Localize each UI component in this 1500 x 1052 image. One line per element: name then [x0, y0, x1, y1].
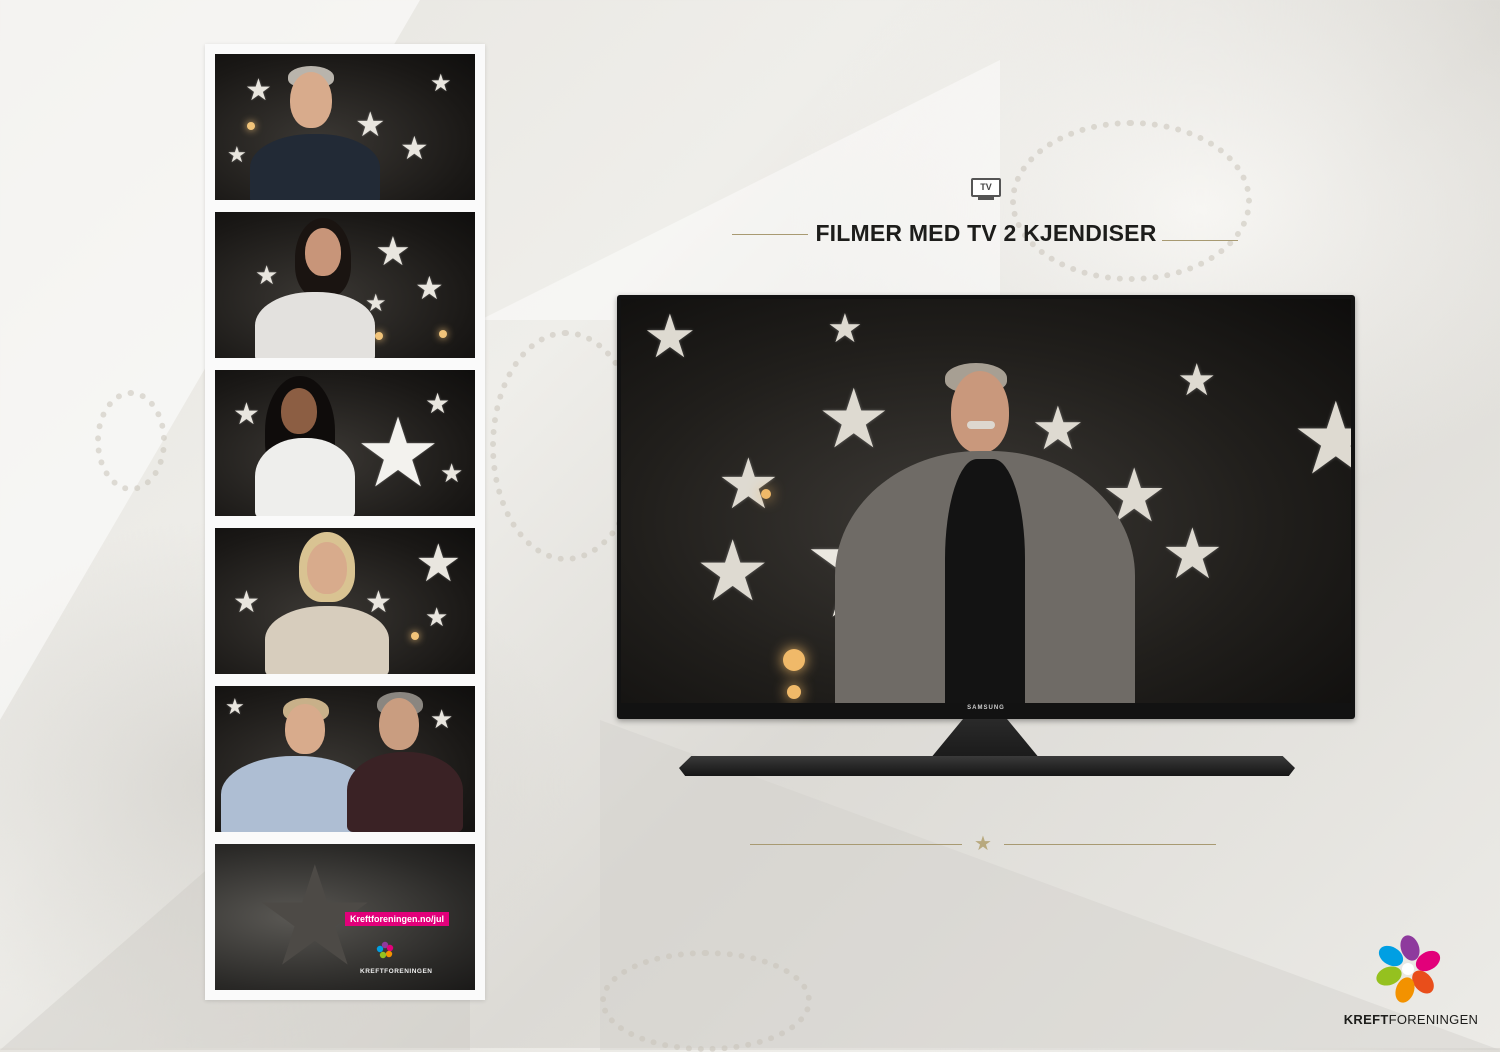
star-decoration: ★ [415, 535, 462, 593]
star-decoration: ★ [425, 388, 451, 419]
star-decoration: ★ [227, 142, 247, 167]
star-decoration: ★ [415, 270, 444, 306]
tv-frame: ★ ★ ★ ★ ★ ★ ★ ★ ★ ★ ★ SAMSUNG [617, 295, 1355, 719]
bokeh-light [439, 330, 447, 338]
star-decoration: ★ [255, 260, 279, 290]
kreftforeningen-logo [376, 941, 394, 959]
star-decoration: ★ [233, 398, 260, 431]
video-thumbnail-2[interactable]: ★ ★ ★ ★ [215, 212, 475, 358]
kreftforeningen-logo[interactable] [1373, 934, 1443, 1004]
bokeh-light [783, 649, 805, 671]
end-card-brand: KREFTFORENINGEN [360, 968, 433, 975]
star-decoration: ★ [643, 303, 697, 370]
star-decoration: ★ [400, 130, 429, 166]
star-decoration: ★ [440, 458, 464, 488]
tv-icon: TV [971, 178, 1001, 197]
video-thumbnail-3[interactable]: ★ ★ ★ ★ [215, 370, 475, 516]
divider-bottom-right [1004, 844, 1216, 845]
star-icon: ★ [974, 833, 992, 855]
divider-right [1162, 240, 1238, 241]
star-decoration: ★ [425, 602, 449, 632]
star-decoration: ★ [245, 74, 272, 107]
star-decoration: ★ [355, 106, 386, 144]
star-decoration: ★ [375, 230, 411, 274]
star-decoration: ★ [1161, 515, 1224, 593]
video-player[interactable]: ★ ★ ★ ★ ★ ★ ★ ★ ★ ★ ★ [621, 299, 1351, 703]
video-thumbnail-5[interactable]: ★ ★ [215, 686, 475, 832]
tv-icon-stand [978, 197, 994, 200]
bokeh-light [375, 332, 383, 340]
background-ornament [1010, 120, 1252, 282]
background-ornament [95, 390, 167, 492]
divider-bottom-left [750, 844, 962, 845]
bokeh-light [787, 685, 801, 699]
bokeh-light [247, 122, 255, 130]
star-decoration: ★ [430, 70, 452, 97]
star-decoration: ★ [695, 524, 771, 618]
video-filmstrip: ★ ★ ★ ★ ★ ★ ★ ★ ★ ★ ★ ★ ★ ★ ★ ★ ★ ★ ★ ★ … [205, 44, 485, 1000]
star-decoration: ★ [1177, 356, 1217, 405]
star-decoration: ★ [827, 307, 863, 351]
video-thumbnail-1[interactable]: ★ ★ ★ ★ ★ [215, 54, 475, 200]
page-title: FILMER MED TV 2 KJENDISER [815, 220, 1157, 246]
divider-left [732, 234, 808, 235]
bokeh-light [411, 632, 419, 640]
background-facet [480, 60, 1000, 320]
star-decoration: ★ [430, 704, 454, 734]
tv-stand-neck [930, 719, 1040, 759]
star-decoration: ★ [717, 445, 780, 523]
tv-stand-base [679, 756, 1295, 776]
background-ornament [600, 950, 812, 1052]
star-decoration: ★ [355, 400, 442, 507]
tv-brand-label: SAMSUNG [967, 705, 1005, 711]
star-decoration: ★ [1291, 383, 1351, 495]
bokeh-light [761, 489, 771, 499]
campaign-url[interactable]: Kreftforeningen.no/jul [345, 912, 449, 926]
star-decoration: ★ [817, 374, 891, 465]
video-thumbnail-4[interactable]: ★ ★ ★ ★ [215, 528, 475, 674]
brand-wordmark: KREFTFORENINGEN [1343, 1012, 1479, 1027]
star-decoration: ★ [225, 694, 245, 719]
star-decoration: ★ [1031, 395, 1085, 462]
star-decoration: ★ [233, 586, 260, 619]
video-thumbnail-end-card[interactable]: ★ Kreftforeningen.no/jul KREFTFORENINGEN [215, 844, 475, 990]
